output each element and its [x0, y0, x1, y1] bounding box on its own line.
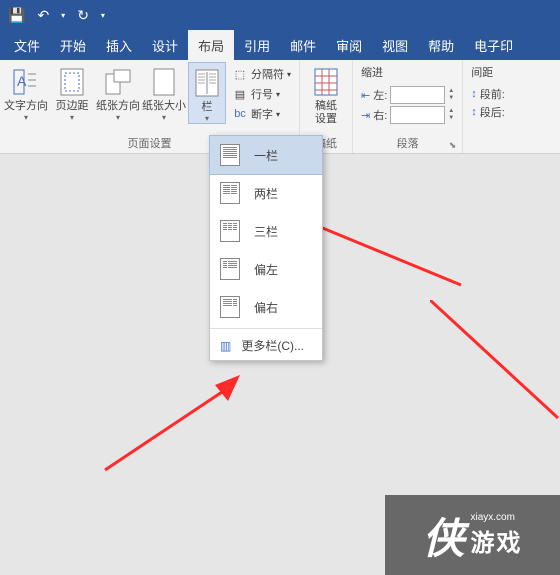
columns-more[interactable]: ▥ 更多栏(C)... — [210, 331, 322, 360]
size-icon — [148, 66, 180, 98]
line-numbers-label: 行号 — [251, 86, 273, 102]
orientation-button[interactable]: 纸张方向 ▾ — [96, 62, 140, 122]
breaks-label: 分隔符 — [251, 66, 284, 82]
dialog-launcher-icon[interactable]: ⬊ — [449, 140, 457, 151]
indent-left-icon: ⇤ — [361, 89, 370, 102]
tab-insert[interactable]: 插入 — [96, 30, 142, 61]
margins-label: 页边距 — [56, 100, 89, 113]
group-label-paragraph: 段落⬊ — [357, 133, 458, 153]
chevron-down-icon: ▾ — [205, 114, 209, 123]
spacing-after-icon: ↕ — [471, 106, 477, 118]
columns-three[interactable]: 三栏 — [210, 212, 322, 250]
tab-help[interactable]: 帮助 — [418, 30, 464, 61]
undo-icon[interactable]: ↶ — [37, 7, 49, 24]
line-numbers-icon: ▤ — [232, 86, 248, 102]
columns-dropdown: 一栏 两栏 三栏 偏左 偏右 ▥ 更多栏(C)... — [209, 135, 323, 361]
svg-text:A: A — [17, 73, 27, 89]
chevron-down-icon: ▾ — [116, 113, 120, 122]
hyphenation-label: 断字 — [251, 106, 273, 122]
columns-three-label: 三栏 — [254, 223, 278, 240]
breaks-icon: ⬚ — [232, 66, 248, 82]
spacing-title: 间距 — [467, 62, 509, 82]
tab-design[interactable]: 设计 — [142, 30, 188, 61]
size-button[interactable]: 纸张大小 ▾ — [142, 62, 186, 122]
columns-button[interactable]: 栏 ▾ — [188, 62, 226, 124]
columns-one-icon — [220, 144, 240, 166]
columns-icon — [191, 67, 223, 99]
hyphenation-button[interactable]: bc断字▾ — [228, 104, 295, 124]
columns-right-label: 偏右 — [254, 299, 278, 316]
columns-left-icon — [220, 258, 240, 280]
tab-home[interactable]: 开始 — [50, 30, 96, 61]
columns-two-icon — [220, 182, 240, 204]
columns-two[interactable]: 两栏 — [210, 174, 322, 212]
columns-left[interactable]: 偏左 — [210, 250, 322, 288]
indent-right-label: 右: — [373, 107, 387, 123]
indent-right-icon: ⇥ — [361, 109, 370, 122]
spacing-before-icon: ↕ — [471, 88, 477, 100]
group-indent: 缩进 ⇤ 左: ▲▼ ⇥ 右: ▲▼ 段落⬊ — [353, 60, 463, 153]
margins-button[interactable]: 页边距 ▾ — [50, 62, 94, 122]
text-direction-icon: A — [10, 66, 42, 98]
tab-addins[interactable]: 电子印 — [464, 30, 523, 61]
group-spacing: 间距 ↕段前: ↕段后: — [463, 60, 513, 153]
ribbon-tabs: 文件 开始 插入 设计 布局 引用 邮件 审阅 视图 帮助 电子印 — [0, 30, 560, 60]
breaks-button[interactable]: ⬚分隔符▾ — [228, 64, 295, 84]
line-numbers-button[interactable]: ▤行号▾ — [228, 84, 295, 104]
hyphenation-icon: bc — [232, 106, 248, 122]
tab-view[interactable]: 视图 — [372, 30, 418, 61]
columns-right[interactable]: 偏右 — [210, 288, 322, 326]
redo-icon[interactable]: ↻ — [77, 7, 89, 24]
columns-label: 栏 — [202, 101, 213, 114]
tab-layout[interactable]: 布局 — [188, 30, 234, 61]
spacing-before-label: 段前: — [480, 86, 505, 102]
menu-separator — [210, 328, 322, 329]
columns-one-label: 一栏 — [254, 147, 278, 164]
columns-one[interactable]: 一栏 — [209, 135, 323, 175]
text-direction-button[interactable]: A 文字方向 ▾ — [4, 62, 48, 122]
quick-access-toolbar: 💾 ↶ ▾ ↻ ▾ — [0, 0, 560, 30]
manuscript-button[interactable]: 稿纸 设置 — [304, 62, 348, 126]
watermark: 侠 xiayx.com 游戏 — [385, 495, 560, 575]
watermark-logo-icon: 侠 — [422, 505, 464, 566]
indent-left-input[interactable] — [390, 86, 445, 104]
qat-customize-icon[interactable]: ▾ — [101, 11, 105, 20]
chevron-down-icon: ▾ — [162, 113, 166, 122]
columns-more-label: 更多栏(C)... — [241, 337, 304, 354]
tab-references[interactable]: 引用 — [234, 30, 280, 61]
margins-icon — [56, 66, 88, 98]
indent-right-spinner[interactable]: ▲▼ — [448, 108, 454, 122]
indent-left-spinner[interactable]: ▲▼ — [448, 88, 454, 102]
tab-mailings[interactable]: 邮件 — [280, 30, 326, 61]
manuscript-label: 稿纸 设置 — [315, 100, 337, 126]
columns-more-icon: ▥ — [220, 339, 231, 353]
chevron-down-icon: ▾ — [70, 113, 74, 122]
columns-right-icon — [220, 296, 240, 318]
watermark-url: xiayx.com — [471, 512, 523, 523]
chevron-down-icon: ▾ — [24, 113, 28, 122]
orientation-icon — [102, 66, 134, 98]
text-direction-label: 文字方向 — [4, 100, 48, 113]
size-label: 纸张大小 — [142, 100, 186, 113]
watermark-text: 游戏 — [471, 523, 523, 558]
indent-title: 缩进 — [357, 62, 458, 82]
indent-left-label: 左: — [373, 87, 387, 103]
indent-right-input[interactable] — [390, 106, 445, 124]
columns-two-label: 两栏 — [254, 185, 278, 202]
spacing-after-label: 段后: — [480, 104, 505, 120]
save-icon[interactable]: 💾 — [8, 7, 25, 24]
annotation-line-right — [430, 300, 560, 420]
columns-left-label: 偏左 — [254, 261, 278, 278]
orientation-label: 纸张方向 — [96, 100, 140, 113]
columns-three-icon — [220, 220, 240, 242]
manuscript-icon — [310, 66, 342, 98]
annotation-arrow-bottom — [100, 375, 240, 475]
undo-dropdown-icon[interactable]: ▾ — [61, 11, 65, 20]
tab-file[interactable]: 文件 — [4, 30, 50, 61]
tab-review[interactable]: 审阅 — [326, 30, 372, 61]
